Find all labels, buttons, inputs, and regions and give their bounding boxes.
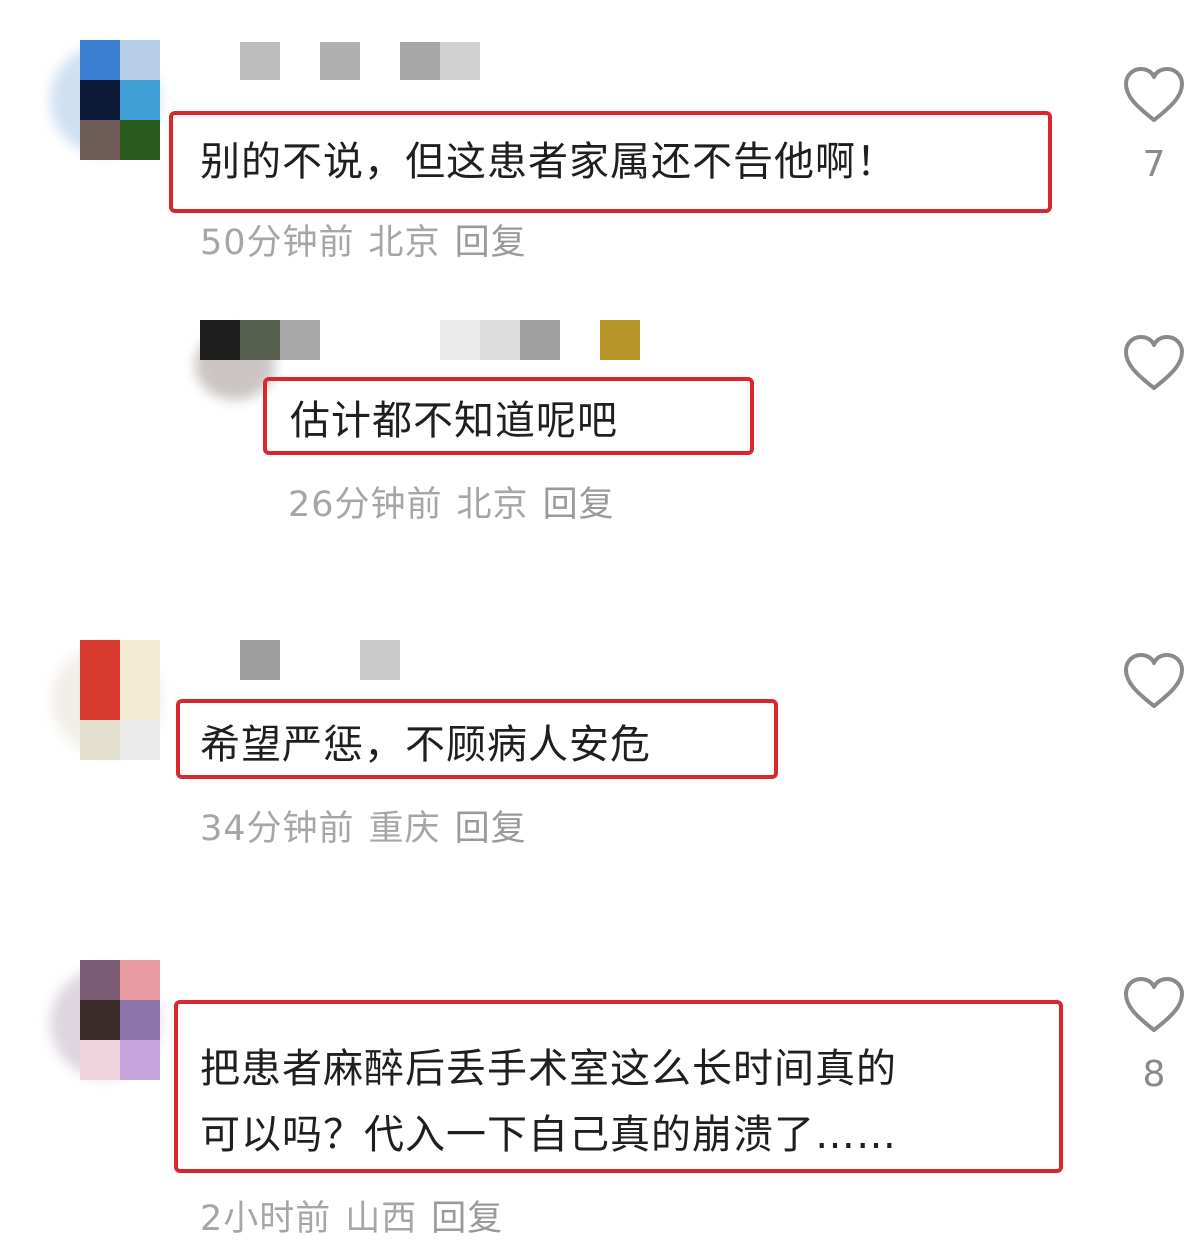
comment-time: 2小时前 bbox=[200, 1199, 332, 1239]
comment-location: 山西 bbox=[345, 1199, 418, 1239]
name-gap bbox=[280, 42, 320, 80]
comment-meta: 2小时前 山西 回复 bbox=[200, 1190, 517, 1241]
username-blurred[interactable] bbox=[240, 42, 480, 80]
comment-text-line-2: 可以吗？代入一下自己真的崩溃了…… bbox=[200, 1112, 897, 1158]
name-tile bbox=[440, 42, 480, 80]
avatar[interactable] bbox=[80, 640, 160, 760]
avatar-tile bbox=[120, 80, 160, 120]
comment-time: 26分钟前 bbox=[288, 485, 443, 525]
name-tile bbox=[440, 320, 480, 360]
heart-outline-icon bbox=[1124, 67, 1184, 122]
avatar[interactable] bbox=[80, 960, 160, 1080]
avatar-tile bbox=[80, 960, 120, 1000]
comment-location: 北京 bbox=[368, 223, 441, 263]
comment-meta: 34分钟前 重庆 回复 bbox=[200, 800, 541, 851]
heart-outline-icon bbox=[1124, 335, 1184, 390]
comment-text: 希望严惩，不顾病人安危 bbox=[200, 722, 651, 768]
avatar[interactable] bbox=[200, 320, 320, 360]
heart-outline-icon bbox=[1124, 653, 1184, 708]
name-gap bbox=[560, 320, 600, 360]
avatar-tile bbox=[80, 1040, 120, 1080]
avatar-tile bbox=[120, 960, 160, 1000]
avatar-tile bbox=[80, 40, 120, 80]
avatar-tile bbox=[120, 1040, 160, 1080]
reply-button[interactable]: 回复 bbox=[455, 809, 527, 849]
comment-meta: 26分钟前 北京 回复 bbox=[288, 476, 629, 527]
avatar-tile bbox=[80, 1000, 120, 1040]
name-tile bbox=[520, 320, 560, 360]
like-count: 8 bbox=[1142, 1054, 1166, 1095]
name-tile bbox=[360, 640, 400, 680]
like-button[interactable] bbox=[1122, 652, 1185, 710]
name-tile bbox=[240, 42, 280, 80]
reply-button[interactable]: 回复 bbox=[543, 485, 615, 525]
like-button[interactable]: 7 bbox=[1122, 66, 1185, 185]
name-tile bbox=[480, 320, 520, 360]
comment-text: 估计都不知道呢吧 bbox=[290, 398, 618, 444]
avatar-tile bbox=[120, 640, 160, 720]
avatar-tile bbox=[120, 40, 160, 80]
name-tile bbox=[320, 42, 360, 80]
avatar-tile bbox=[80, 80, 120, 120]
reply-button[interactable]: 回复 bbox=[431, 1199, 503, 1239]
comment-text: 别的不说，但这患者家属还不告他啊！ bbox=[200, 139, 897, 185]
comment-location: 重庆 bbox=[368, 809, 441, 849]
comment-text-line-1: 把患者麻醉后丢手术室这么长时间真的 bbox=[200, 1046, 897, 1092]
avatar[interactable] bbox=[80, 40, 160, 160]
name-tile bbox=[400, 42, 440, 80]
like-button[interactable]: 8 bbox=[1122, 976, 1185, 1095]
avatar-tile bbox=[120, 1000, 160, 1040]
like-button[interactable] bbox=[1122, 334, 1185, 392]
comment-meta: 50分钟前 北京 回复 bbox=[200, 214, 541, 265]
username-blurred[interactable] bbox=[240, 640, 400, 680]
reply-button[interactable]: 回复 bbox=[455, 223, 527, 263]
avatar-tile bbox=[200, 320, 240, 360]
avatar-tile bbox=[80, 640, 120, 720]
avatar-tile bbox=[280, 320, 320, 360]
avatar-tile bbox=[240, 320, 280, 360]
name-gap bbox=[280, 640, 360, 680]
avatar-tile bbox=[80, 720, 120, 760]
heart-outline-icon bbox=[1124, 977, 1184, 1032]
comment-time: 34分钟前 bbox=[200, 809, 355, 849]
comment-time: 50分钟前 bbox=[200, 223, 355, 263]
avatar-tile bbox=[120, 720, 160, 760]
like-count: 7 bbox=[1142, 144, 1166, 185]
name-tile bbox=[240, 640, 280, 680]
comment-location: 北京 bbox=[456, 485, 529, 525]
avatar-tile bbox=[120, 120, 160, 160]
name-tile bbox=[600, 320, 640, 360]
name-gap bbox=[360, 42, 400, 80]
avatar-tile bbox=[80, 120, 120, 160]
username-blurred[interactable] bbox=[440, 320, 640, 360]
